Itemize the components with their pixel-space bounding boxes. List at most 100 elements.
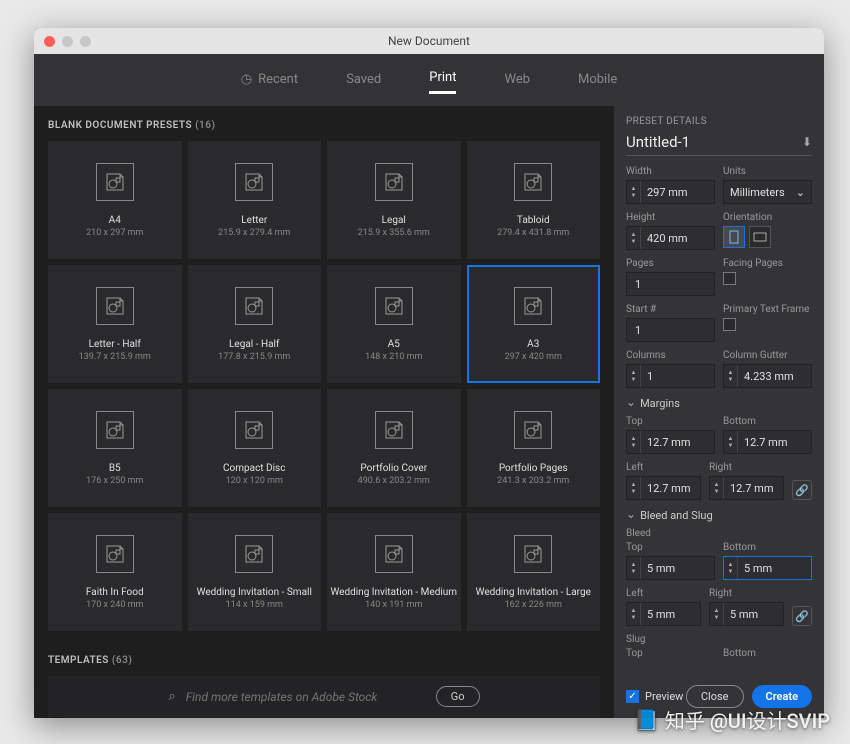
preset-card[interactable]: Tabloid279.4 x 431.8 mm [467, 141, 601, 259]
preset-card[interactable]: Wedding Invitation - Small114 x 159 mm [188, 513, 322, 631]
preset-dimensions: 177.8 x 215.9 mm [218, 352, 290, 362]
preset-card[interactable]: Compact Disc120 x 120 mm [188, 389, 322, 507]
preset-card[interactable]: Faith In Food170 x 240 mm [48, 513, 182, 631]
orientation-portrait[interactable] [723, 226, 745, 248]
clock-icon: ◷ [241, 72, 252, 87]
details-header: PRESET DETAILS [626, 116, 812, 127]
preset-name: Letter - Half [89, 339, 141, 350]
units-label: Units [723, 166, 812, 177]
tab-recent[interactable]: ◷Recent [241, 70, 298, 94]
columns-field[interactable]: ▲▼1 [626, 364, 715, 388]
presets-panel: BLANK DOCUMENT PRESETS (16) A4210 x 297 … [34, 106, 614, 718]
save-preset-icon[interactable]: ⬇ [802, 135, 812, 149]
preset-dimensions: 176 x 250 mm [86, 476, 143, 486]
preset-dimensions: 297 x 420 mm [505, 352, 562, 362]
preset-name: B5 [109, 463, 121, 474]
bleed-top-label: Top [626, 542, 715, 553]
preset-card[interactable]: B5 176 x 250 mm [48, 389, 182, 507]
preset-card[interactable]: A5148 x 210 mm [327, 265, 461, 383]
slug-label: Slug [626, 634, 812, 645]
bleed-left-label: Left [626, 588, 701, 599]
stepper-icon[interactable]: ▲▼ [627, 227, 641, 249]
template-search-input[interactable] [186, 690, 426, 704]
preset-details-panel: PRESET DETAILS Untitled-1 ⬇ Width ▲▼297 … [614, 106, 824, 718]
page-icon [375, 163, 413, 201]
preset-grid: A4 210 x 297 mm Letter 215.9 x 279.4 mm Lega… [48, 141, 600, 631]
facing-pages-checkbox[interactable] [723, 272, 736, 285]
preset-dimensions: 215.9 x 279.4 mm [218, 228, 290, 238]
orientation-landscape[interactable] [749, 226, 771, 248]
margin-left-field[interactable]: ▲▼12.7 mm [626, 476, 701, 500]
preset-card[interactable]: Wedding Invitation - Medium140 x 191 mm [327, 513, 461, 631]
stepper-icon[interactable]: ▲▼ [710, 477, 724, 499]
tab-print[interactable]: Print [429, 70, 456, 94]
primary-text-frame-label: Primary Text Frame [723, 304, 812, 315]
link-margins-button[interactable]: 🔗 [792, 480, 812, 500]
bleed-bottom-label: Bottom [723, 542, 812, 553]
preset-dimensions: 279.4 x 431.8 mm [497, 228, 569, 238]
start-field[interactable]: 1 [626, 318, 715, 342]
window-title: New Document [34, 34, 824, 48]
preset-name: Legal - Half [229, 339, 279, 350]
pages-label: Pages [626, 258, 715, 269]
tab-mobile[interactable]: Mobile [578, 70, 617, 94]
start-label: Start # [626, 304, 715, 315]
margin-bottom-field[interactable]: ▲▼12.7 mm [723, 430, 812, 454]
checkbox-checked-icon: ✓ [626, 690, 639, 703]
preset-card[interactable]: Legal - Half 177.8 x 215.9 mm [188, 265, 322, 383]
margin-top-field[interactable]: ▲▼12.7 mm [626, 430, 715, 454]
page-icon [96, 163, 134, 201]
stepper-icon[interactable]: ▲▼ [627, 603, 641, 625]
stepper-icon[interactable]: ▲▼ [627, 431, 641, 453]
page-icon [375, 411, 413, 449]
stepper-icon[interactable]: ▲▼ [627, 557, 641, 579]
stepper-icon[interactable]: ▲▼ [724, 431, 738, 453]
width-field[interactable]: ▲▼297 mm [626, 180, 715, 204]
bleed-slug-disclosure[interactable]: Bleed and Slug [626, 508, 812, 522]
preset-card[interactable]: A3297 x 420 mm [467, 265, 601, 383]
preset-card[interactable]: Letter 215.9 x 279.4 mm [188, 141, 322, 259]
preset-name: A4 [109, 215, 121, 226]
tab-saved[interactable]: Saved [346, 70, 381, 94]
margin-right-field[interactable]: ▲▼12.7 mm [709, 476, 784, 500]
tab-web[interactable]: Web [504, 70, 530, 94]
bleed-right-field[interactable]: ▲▼5 mm [709, 602, 784, 626]
page-icon [514, 287, 552, 325]
preset-name: Legal [382, 215, 406, 226]
height-field[interactable]: ▲▼420 mm [626, 226, 715, 250]
preset-card[interactable]: Legal 215.9 x 355.6 mm [327, 141, 461, 259]
bleed-top-field[interactable]: ▲▼5 mm [626, 556, 715, 580]
margins-disclosure[interactable]: Margins [626, 396, 812, 410]
bleed-left-field[interactable]: ▲▼5 mm [626, 602, 701, 626]
bleed-bottom-field[interactable]: ▲▼5 mm [723, 556, 812, 580]
preset-card[interactable]: Wedding Invitation - Large162 x 226 mm [467, 513, 601, 631]
gutter-field[interactable]: ▲▼4.233 mm [723, 364, 812, 388]
page-icon [96, 287, 134, 325]
portrait-icon [729, 230, 739, 244]
preset-dimensions: 215.9 x 355.6 mm [358, 228, 430, 238]
preset-dimensions: 210 x 297 mm [86, 228, 143, 238]
preset-name: Letter [241, 215, 267, 226]
document-name[interactable]: Untitled-1 [626, 133, 690, 151]
pages-field[interactable]: 1 [626, 272, 715, 296]
preset-name: Wedding Invitation - Large [476, 587, 591, 598]
primary-text-frame-checkbox[interactable] [723, 318, 736, 331]
preset-card[interactable]: Portfolio Cover490.6 x 203.2 mm [327, 389, 461, 507]
height-label: Height [626, 212, 715, 223]
units-select[interactable]: Millimeters⌄ [723, 180, 812, 204]
preset-dimensions: 490.6 x 203.2 mm [358, 476, 430, 486]
page-icon [96, 535, 134, 573]
stepper-icon[interactable]: ▲▼ [627, 181, 641, 203]
page-icon [235, 411, 273, 449]
preset-card[interactable]: Portfolio Pages241.3 x 203.2 mm [467, 389, 601, 507]
stepper-icon[interactable]: ▲▼ [627, 477, 641, 499]
preview-toggle[interactable]: ✓ Preview [626, 690, 683, 703]
preset-card[interactable]: Letter - Half139.7 x 215.9 mm [48, 265, 182, 383]
stepper-icon[interactable]: ▲▼ [627, 365, 641, 387]
stepper-icon[interactable]: ▲▼ [724, 365, 738, 387]
go-button[interactable]: Go [436, 686, 480, 707]
preset-card[interactable]: A4 210 x 297 mm [48, 141, 182, 259]
stepper-icon[interactable]: ▲▼ [710, 603, 724, 625]
stepper-icon[interactable]: ▲▼ [724, 557, 738, 579]
link-bleed-button[interactable]: 🔗 [792, 606, 812, 626]
